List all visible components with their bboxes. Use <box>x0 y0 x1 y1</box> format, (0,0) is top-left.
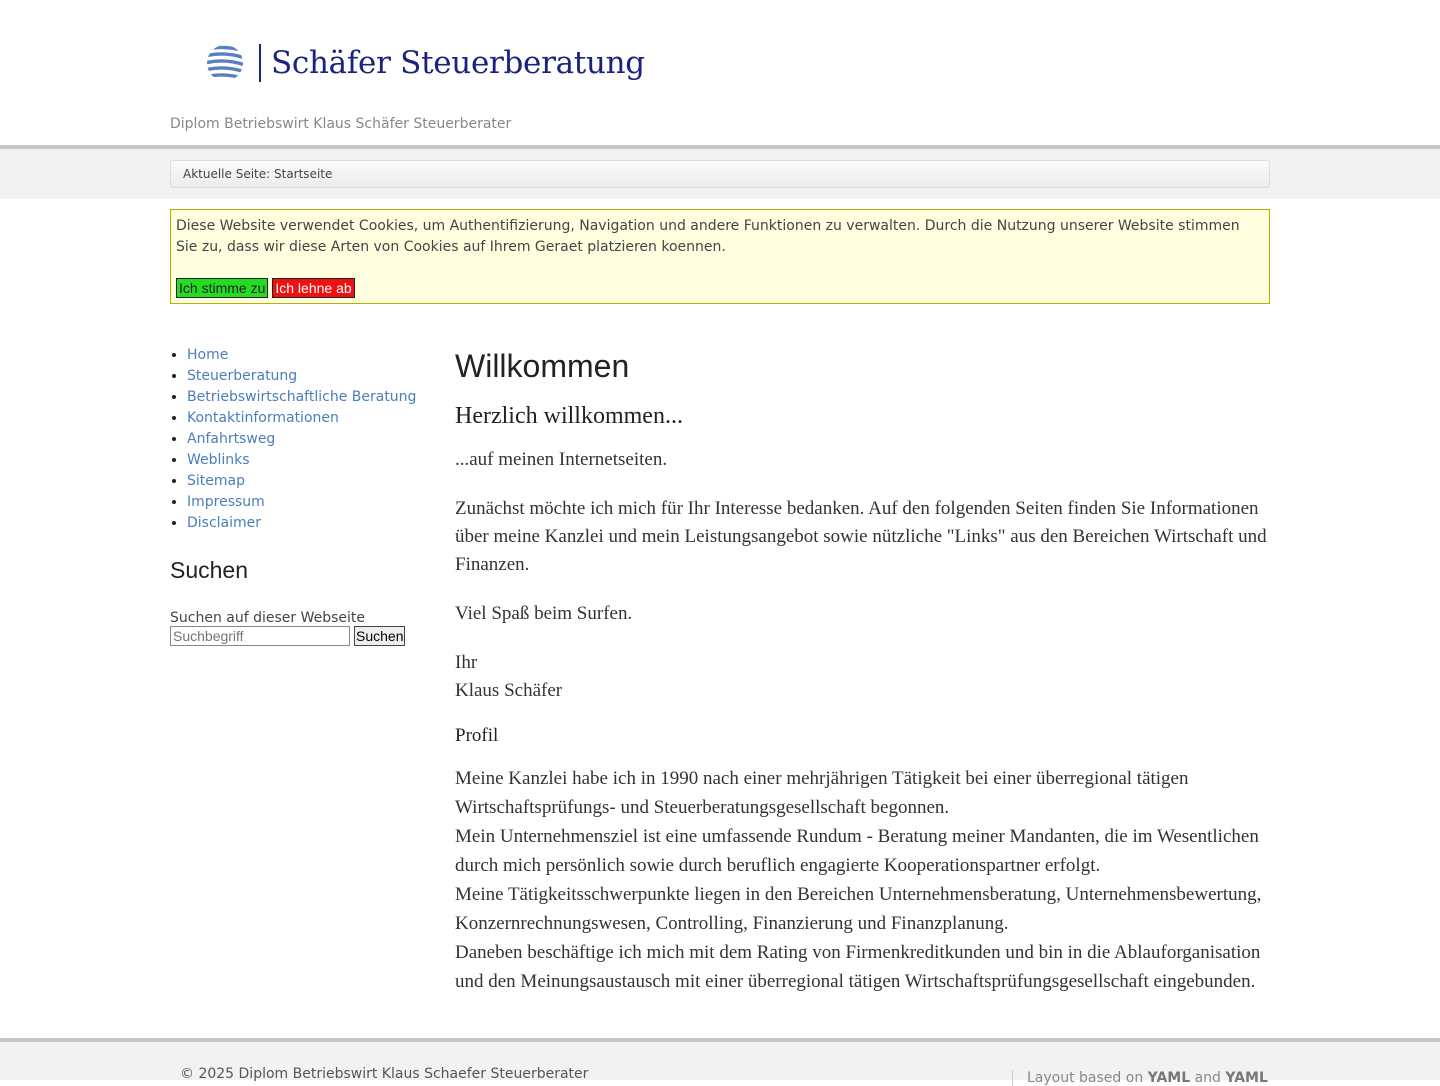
layout-credit: Layout based on YAML and YAML <box>1012 1070 1268 1086</box>
sidebar: Home Steuerberatung Betriebswirtschaftli… <box>170 345 430 646</box>
intro-text: ...auf meinen Internetseiten. <box>455 449 668 470</box>
logo[interactable]: Schäfer Steuerberatung <box>205 42 645 84</box>
menu-item-sitemap: Sitemap <box>187 471 430 492</box>
globe-logo-icon <box>205 43 245 83</box>
main-menu: Home Steuerberatung Betriebswirtschaftli… <box>170 345 430 534</box>
welcome-paragraph: Zunächst möchte ich mich für Ihr Interes… <box>455 498 1267 575</box>
main-content: Willkommen Herzlich willkommen... ...auf… <box>455 345 1270 996</box>
breadcrumb-bar: Aktuelle Seite: Startseite <box>0 145 1440 199</box>
menu-link-home[interactable]: Home <box>187 347 228 363</box>
signature-line-2: Klaus Schäfer <box>455 680 563 701</box>
menu-item-anfahrtsweg: Anfahrtsweg <box>187 429 430 450</box>
cookie-notice: Diese Website verwendet Cookies, um Auth… <box>170 209 1270 304</box>
menu-link-steuerberatung[interactable]: Steuerberatung <box>187 368 297 384</box>
menu-link-disclaimer[interactable]: Disclaimer <box>187 515 261 531</box>
search-heading: Suchen <box>170 557 249 583</box>
menu-item-steuerberatung: Steuerberatung <box>187 366 430 387</box>
menu-item-weblinks: Weblinks <box>187 450 430 471</box>
footer: © 2025 Diplom Betriebswirt Klaus Schaefe… <box>0 1038 1440 1086</box>
logo-text: Schäfer Steuerberatung <box>271 45 645 81</box>
profile-paragraph: Mein Unternehmensziel ist eine umfassend… <box>455 826 1259 876</box>
profile-paragraph: Meine Kanzlei habe ich in 1990 nach eine… <box>455 768 1189 818</box>
menu-item-betriebswirtschaftliche-beratung: Betriebswirtschaftliche Beratung <box>187 387 430 408</box>
menu-item-disclaimer: Disclaimer <box>187 513 430 534</box>
search-form: Suchen <box>170 626 430 646</box>
signature: Ihr Klaus Schäfer <box>455 649 1270 705</box>
search-input[interactable] <box>170 626 350 646</box>
menu-link-impressum[interactable]: Impressum <box>187 494 265 510</box>
search-label: Suchen auf dieser Webseite <box>170 610 366 626</box>
yaml-link[interactable]: YAML <box>1148 1070 1191 1086</box>
profile-heading: Profil <box>455 725 499 746</box>
layout-credit-prefix: Layout based on <box>1027 1070 1148 1086</box>
cookie-accept-button[interactable]: Ich stimme zu <box>176 278 269 298</box>
header: Schäfer Steuerberatung Diplom Betriebswi… <box>0 0 1440 145</box>
menu-link-anfahrtsweg[interactable]: Anfahrtsweg <box>187 431 275 447</box>
layout-credit-and: and <box>1190 1070 1226 1086</box>
menu-link-weblinks[interactable]: Weblinks <box>187 452 250 468</box>
signature-line-1: Ihr <box>455 652 478 673</box>
profile-paragraph: Meine Tätigkeitsschwerpunkte liegen in d… <box>455 884 1262 934</box>
site-tagline: Diplom Betriebswirt Klaus Schäfer Steuer… <box>170 116 512 132</box>
breadcrumb: Aktuelle Seite: Startseite <box>170 160 1270 188</box>
logo-divider <box>259 44 261 82</box>
search-button[interactable]: Suchen <box>354 626 406 646</box>
surf-greeting: Viel Spaß beim Surfen. <box>455 603 633 624</box>
yaml-link-2[interactable]: YAML <box>1225 1070 1268 1086</box>
menu-link-betriebswirtschaftliche-beratung[interactable]: Betriebswirtschaftliche Beratung <box>187 389 416 405</box>
profile-text: Meine Kanzlei habe ich in 1990 nach eine… <box>455 764 1270 996</box>
profile-paragraph: Daneben beschäftige ich mich mit dem Rat… <box>455 942 1261 992</box>
cookie-decline-button[interactable]: Ich lehne ab <box>272 278 355 298</box>
menu-item-impressum: Impressum <box>187 492 430 513</box>
menu-item-home: Home <box>187 345 430 366</box>
page-title: Willkommen <box>455 348 630 384</box>
cookie-message: Diese Website verwendet Cookies, um Auth… <box>176 218 1240 255</box>
menu-item-kontaktinformationen: Kontaktinformationen <box>187 408 430 429</box>
page-subtitle: Herzlich willkommen... <box>455 403 683 429</box>
menu-link-sitemap[interactable]: Sitemap <box>187 473 245 489</box>
menu-link-kontaktinformationen[interactable]: Kontaktinformationen <box>187 410 339 426</box>
